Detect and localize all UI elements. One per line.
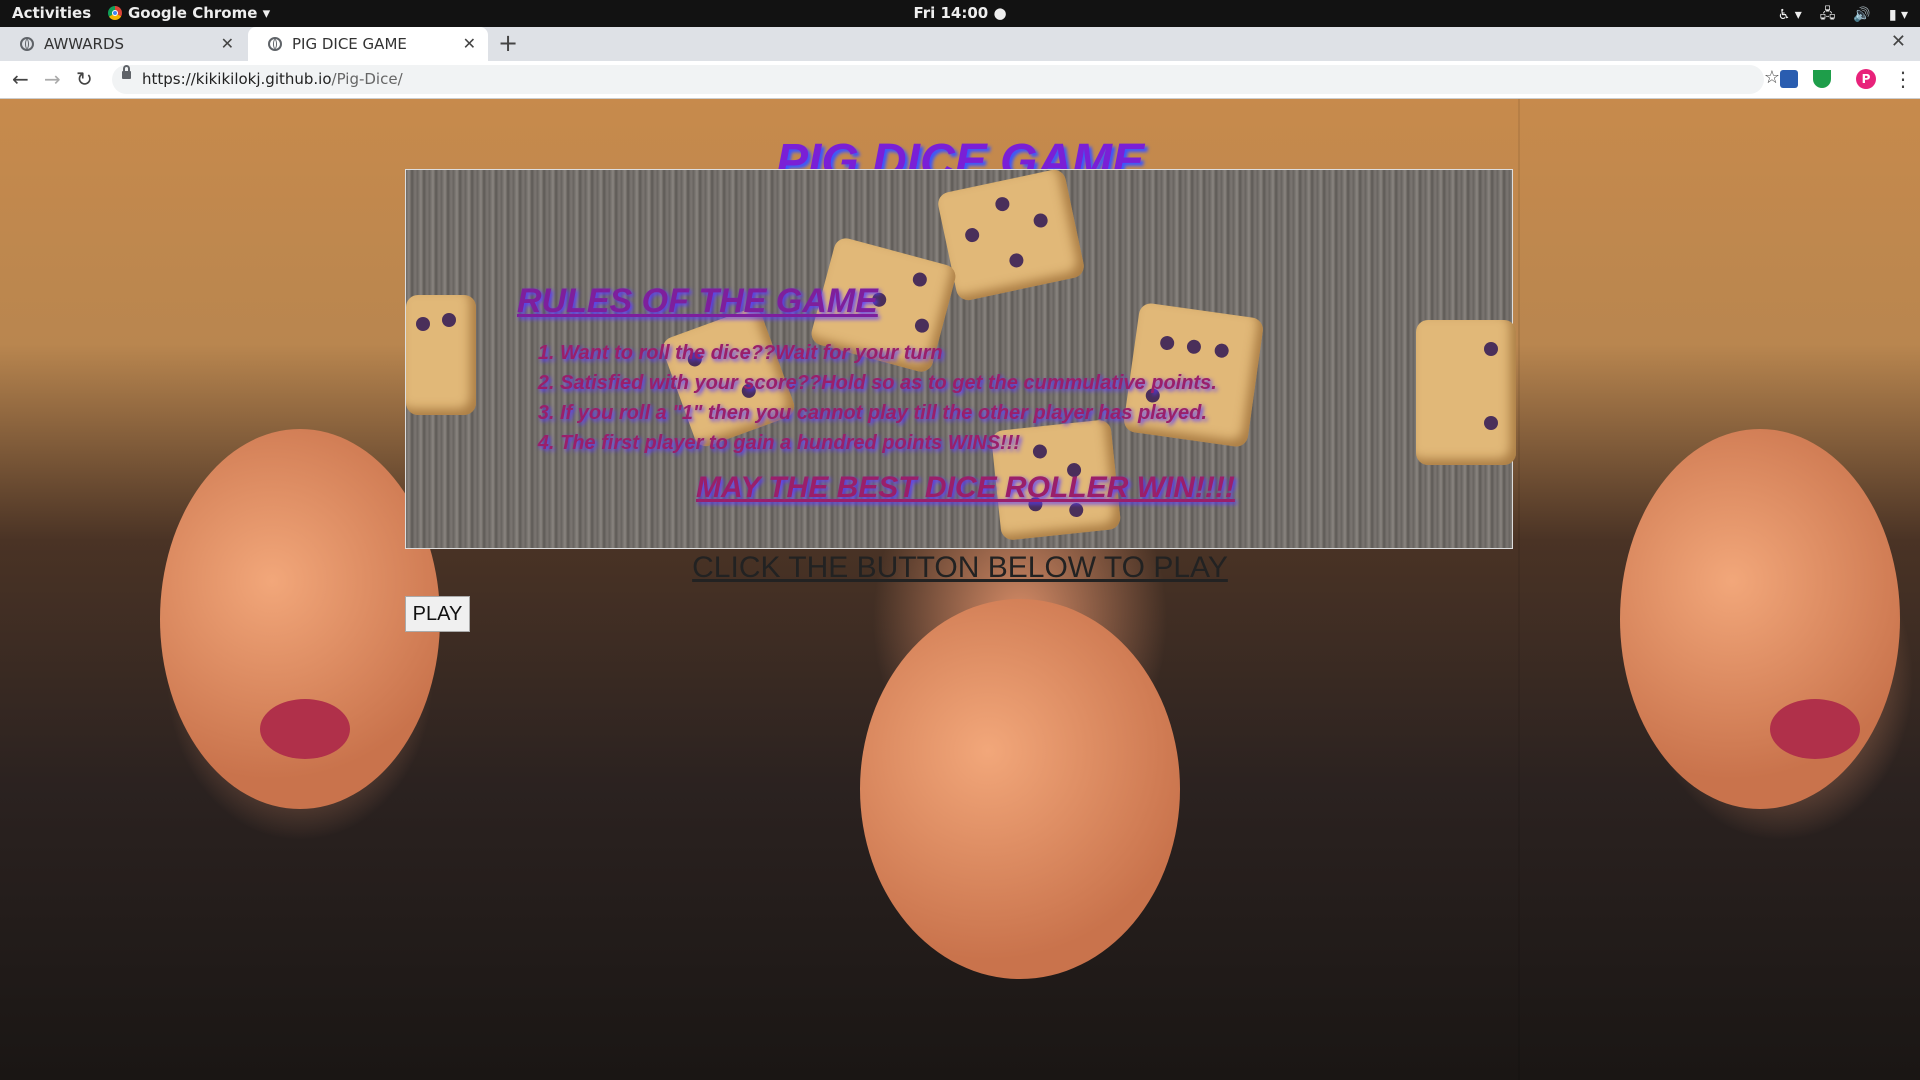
motto-text: MAY THE BEST DICE ROLLER WIN!!!! [696,471,1235,504]
tab-awwards[interactable]: AWWARDS ✕ [0,27,246,61]
pig-snout-right [1770,699,1860,759]
page-body: PIG DICE GAME RULES OF THE GAME Want to … [0,99,1920,1080]
url-path: /Pig-Dice/ [331,70,403,88]
tab-label: PIG DICE GAME [292,35,407,53]
battery-icon[interactable]: ▮ ▾ [1889,7,1908,23]
pig-snout-left [260,699,350,759]
pig-figurine-center [860,599,1180,979]
accessibility-icon[interactable]: ♿ ▾ [1778,7,1802,23]
rule-item: The first player to gain a hundred point… [560,428,1217,458]
browser-toolbar: ← → ↻ https://kikikilokj.github.io/Pig-D… [0,61,1920,99]
play-instruction: CLICK THE BUTTON BELOW TO PLAY [692,551,1228,584]
close-window-icon[interactable]: ✕ [1891,31,1906,52]
url-text[interactable]: https://kikikilokj.github.io/Pig-Dice/ [142,70,403,88]
app-menu-label: Google Chrome ▾ [128,4,271,22]
back-icon[interactable]: ← [12,67,29,91]
new-tab-button[interactable]: + [498,29,518,57]
tab-label: AWWARDS [44,35,125,53]
system-top-bar: Activities Google Chrome ▾ Fri 14:00 ● ♿… [0,0,1920,27]
activities-button[interactable]: Activities [12,4,91,22]
shield-icon[interactable] [1813,70,1831,88]
bookmark-star-icon[interactable]: ☆ [1764,67,1780,88]
tab-pig-dice-game[interactable]: PIG DICE GAME ✕ [248,27,488,61]
reload-icon[interactable]: ↻ [76,67,93,91]
network-icon[interactable]: 🖧 [1820,3,1836,27]
rule-item: Satisfied with your score??Hold so as to… [560,368,1217,398]
rule-item: If you roll a "1" then you cannot play t… [560,398,1217,428]
volume-icon[interactable]: 🔊 [1853,7,1870,23]
system-tray[interactable]: ♿ ▾ 🖧 🔊 ▮ ▾ [1778,3,1908,27]
app-menu[interactable]: Google Chrome ▾ [108,4,270,22]
close-tab-icon[interactable]: ✕ [463,34,476,53]
rule-item: Want to roll the dice??Wait for your tur… [560,338,1217,368]
globe-icon [20,37,34,51]
die-image [1416,320,1516,465]
menu-kebab-icon[interactable]: ⋮ [1893,67,1913,91]
close-tab-icon[interactable]: ✕ [221,34,234,53]
die-image [935,167,1087,303]
lock-icon[interactable] [122,65,131,79]
background-seam [1518,99,1520,1080]
tab-strip: AWWARDS ✕ PIG DICE GAME ✕ + ✕ [0,27,1920,61]
address-bar[interactable]: https://kikikilokj.github.io/Pig-Dice/ ☆ [112,65,1780,94]
rules-heading: RULES OF THE GAME [517,282,878,320]
rules-panel: RULES OF THE GAME Want to roll the dice?… [405,167,1516,549]
rules-list: Want to roll the dice??Wait for your tur… [546,338,1217,458]
url-host: https://kikikilokj.github.io [142,70,332,88]
die-image [406,295,476,415]
play-button[interactable]: PLAY [405,596,470,632]
profile-avatar[interactable]: P [1856,69,1876,89]
chrome-icon [108,6,122,20]
globe-icon [268,37,282,51]
forward-icon[interactable]: → [44,67,61,91]
pig-figurine-right [1620,429,1900,809]
clock[interactable]: Fri 14:00 ● [0,4,1920,22]
extension-icon[interactable] [1780,70,1798,88]
